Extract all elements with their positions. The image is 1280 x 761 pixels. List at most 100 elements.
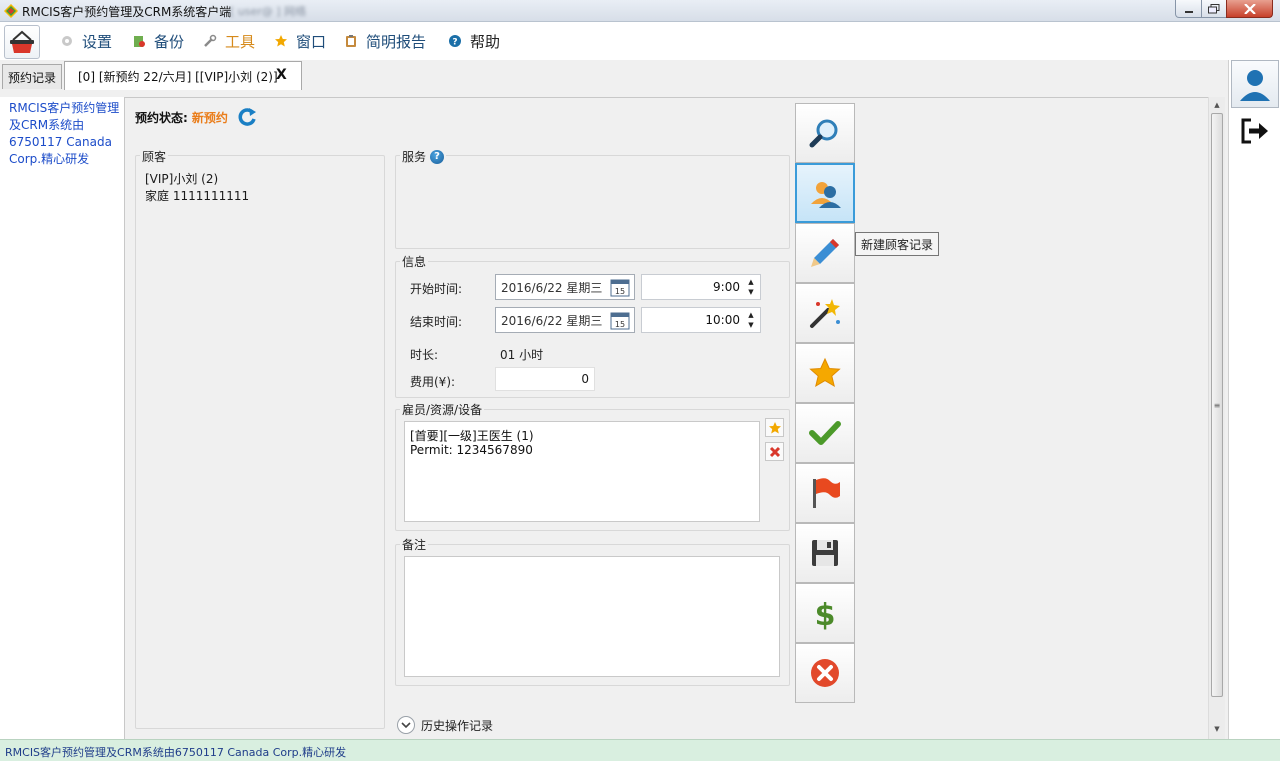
cancel-appointment-button[interactable]: [795, 643, 855, 703]
fee-label: 费用(¥):: [410, 375, 456, 389]
status-bar-text: RMCIS客户预约管理及CRM系统由6750117 Canada Corp.精心…: [5, 746, 347, 759]
customer-panel: [135, 155, 385, 729]
star-icon: [275, 35, 287, 47]
flag-icon: [813, 478, 840, 508]
check-icon: [809, 421, 841, 445]
staff-title: 雇员/资源/设备: [400, 401, 485, 418]
refresh-icon[interactable]: [236, 106, 258, 128]
vertical-scrollbar[interactable]: ▲ ≡ ▼: [1208, 97, 1225, 739]
status-bar: RMCIS客户预约管理及CRM系统由6750117 Canada Corp.精心…: [0, 739, 1280, 761]
fee-input[interactable]: 0: [495, 367, 595, 391]
save-button[interactable]: [795, 523, 855, 583]
appointment-status: 预约状态: 新预约: [135, 107, 258, 127]
status-value: 新预约: [191, 110, 228, 125]
gear-icon: [62, 36, 72, 46]
staff-primary-button[interactable]: [765, 418, 784, 437]
magic-wand-icon: [810, 299, 840, 328]
notes-title: 备注: [400, 536, 429, 553]
calendar-icon[interactable]: 15: [610, 311, 630, 330]
app-icon: [4, 4, 18, 18]
menu-window[interactable]: 窗口: [274, 31, 326, 51]
save-icon: [812, 540, 838, 566]
list-item[interactable]: [首要][一级]王医生 (1): [410, 427, 534, 444]
duration-label: 时长:: [410, 348, 439, 362]
edit-button[interactable]: [795, 223, 855, 283]
end-time-label: 结束时间:: [410, 315, 463, 329]
scroll-up-arrow[interactable]: ▲: [1209, 97, 1225, 113]
menu-help[interactable]: ? 帮助: [448, 31, 500, 51]
tab-appointment-records[interactable]: 预约记录: [2, 64, 62, 89]
tab-close-button[interactable]: X: [276, 67, 287, 83]
customer-name: [VIP]小刘 (2): [145, 172, 219, 186]
basket-icon: [10, 30, 34, 53]
logout-icon: [1241, 118, 1268, 144]
tab-strip: 预约记录 [0] [新预约 22/六月] [[VIP]小刘 (2)] X: [0, 60, 1228, 90]
clipboard-icon: [346, 35, 356, 47]
calendar-icon[interactable]: 15: [610, 278, 630, 297]
title-bar: RMCIS客户预约管理及CRM系统客户端 [ user@ ] 网络: [0, 0, 1280, 22]
staff-remove-button[interactable]: [765, 442, 784, 461]
window-title: RMCIS客户预约管理及CRM系统客户端: [22, 5, 232, 19]
menu-tools[interactable]: 工具: [203, 31, 255, 51]
menu-settings[interactable]: 设置: [60, 31, 112, 51]
end-time-input[interactable]: 10:00 ▲ ▼: [641, 307, 761, 333]
svg-text:15: 15: [615, 287, 625, 296]
user-button[interactable]: [1231, 60, 1279, 108]
customer-title: 顾客: [140, 148, 169, 165]
cancel-icon: [811, 659, 839, 687]
minimize-icon: [1184, 10, 1193, 13]
new-customer-button[interactable]: [795, 163, 855, 223]
start-date-picker[interactable]: 2016/6/22 星期三 15: [495, 274, 635, 300]
confirm-button[interactable]: [795, 403, 855, 463]
user-icon: [1240, 70, 1270, 101]
duration-value: 01 小时: [500, 348, 544, 362]
edit-icon: [811, 239, 839, 267]
status-label: 预约状态:: [135, 110, 188, 125]
magic-button[interactable]: [795, 283, 855, 343]
home-button[interactable]: [4, 25, 40, 59]
staff-list[interactable]: [首要][一级]王医生 (1) Permit: 1234567890: [404, 421, 760, 522]
right-rail: [1228, 60, 1280, 739]
new-customer-icon: [811, 182, 841, 208]
chevron-down-icon: [397, 716, 415, 734]
notes-textarea[interactable]: [404, 556, 780, 677]
menu-backup[interactable]: 备份: [132, 31, 184, 51]
svg-text:15: 15: [615, 320, 625, 329]
favorite-button[interactable]: [795, 343, 855, 403]
list-item[interactable]: Permit: 1234567890: [410, 443, 533, 457]
svg-text:?: ?: [452, 38, 457, 48]
info-title: 信息: [400, 253, 429, 270]
help-icon: ?: [449, 35, 461, 48]
logout-button[interactable]: [1239, 116, 1269, 146]
search-button[interactable]: [795, 103, 855, 163]
star-icon: [809, 357, 841, 388]
tab-new-appointment[interactable]: [0] [新预约 22/六月] [[VIP]小刘 (2)] X: [64, 61, 302, 90]
minimize-button[interactable]: [1175, 0, 1202, 18]
payment-button[interactable]: $: [795, 583, 855, 643]
end-date-picker[interactable]: 2016/6/22 星期三 15: [495, 307, 635, 333]
maximize-button[interactable]: [1201, 0, 1227, 18]
service-title: 服务 ?: [400, 148, 447, 165]
menu-report[interactable]: 简明报告: [344, 31, 426, 51]
restore-icon: [1208, 3, 1220, 13]
backup-icon: [134, 36, 145, 47]
flag-button[interactable]: [795, 463, 855, 523]
left-info-pane: RMCIS客户预约管理及CRM系统由6750117 Canada Corp.精心…: [0, 97, 125, 739]
start-time-label: 开始时间:: [410, 282, 463, 296]
dollar-icon: $: [815, 598, 836, 630]
history-toggle[interactable]: 历史操作记录: [397, 716, 493, 734]
developer-credit: RMCIS客户预约管理及CRM系统由6750117 Canada Corp.精心…: [9, 101, 120, 166]
scroll-thumb[interactable]: ≡: [1211, 113, 1223, 697]
search-icon: [809, 119, 838, 148]
start-time-spinner[interactable]: ▲ ▼: [745, 277, 757, 297]
close-window-button[interactable]: [1226, 0, 1273, 18]
end-time-spinner[interactable]: ▲ ▼: [745, 310, 757, 330]
service-help-icon[interactable]: ?: [430, 149, 445, 164]
tooltip-new-customer: 新建顾客记录: [855, 232, 940, 256]
customer-phone: 家庭 1111111111: [145, 189, 250, 203]
scroll-down-arrow[interactable]: ▼: [1209, 721, 1225, 737]
start-time-input[interactable]: 9:00 ▲ ▼: [641, 274, 761, 300]
svg-text:$: $: [815, 598, 836, 630]
menu-bar: 设置 备份 工具 窗口 简明报告 ? 帮助: [0, 22, 1280, 60]
wrench-icon: [204, 34, 217, 47]
